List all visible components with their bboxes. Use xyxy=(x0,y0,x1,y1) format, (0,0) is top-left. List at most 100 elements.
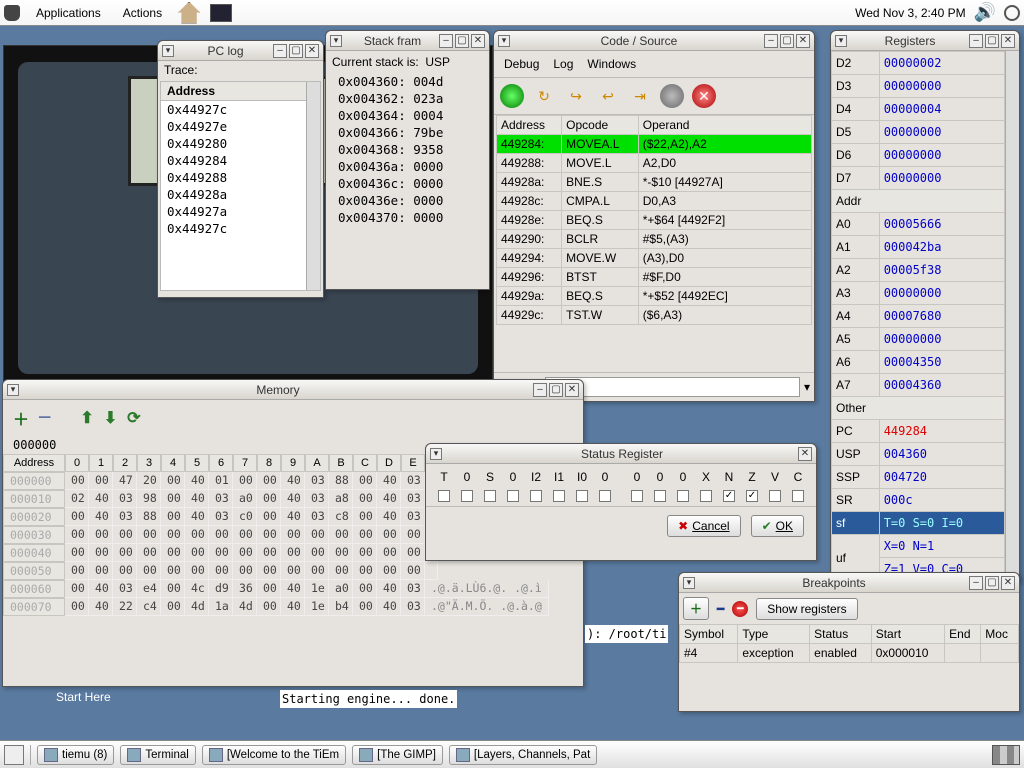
window-menu-icon[interactable]: ▾ xyxy=(330,35,342,47)
run-icon[interactable] xyxy=(500,84,524,108)
menu-debug[interactable]: Debug xyxy=(504,57,539,71)
taskbar-item[interactable]: tiemu (8) xyxy=(37,745,114,765)
list-item[interactable]: 0x44927e xyxy=(161,118,306,135)
table-row[interactable]: SSP004720 xyxy=(832,466,1005,489)
col-operand[interactable]: Operand xyxy=(638,116,811,135)
list-item[interactable]: 0x004360: 004d xyxy=(332,73,483,90)
titlebar[interactable]: ▾ Breakpoints –▢✕ xyxy=(679,573,1019,593)
volume-icon[interactable]: 🔊 xyxy=(974,2,996,23)
close-button[interactable]: ✕ xyxy=(1001,576,1015,590)
table-row[interactable]: 000070004022c4004d1a4d00401eb4004003.@"Ä… xyxy=(3,598,583,616)
taskbar-item[interactable]: Terminal xyxy=(120,745,195,765)
applications-menu[interactable]: Applications xyxy=(30,4,107,22)
titlebar[interactable]: ▾ Memory –▢✕ xyxy=(3,380,583,400)
col-header[interactable]: Start xyxy=(871,625,944,644)
show-desktop-icon[interactable] xyxy=(4,745,24,765)
remove-icon[interactable]: ━ xyxy=(732,601,748,617)
table-row[interactable]: D300000000 xyxy=(832,75,1005,98)
list-item[interactable]: 0x004364: 0004 xyxy=(332,107,483,124)
run-to-icon[interactable]: ⇥ xyxy=(628,84,652,108)
minimize-button[interactable]: – xyxy=(439,34,453,48)
home-icon[interactable] xyxy=(178,2,200,24)
col-header[interactable]: Status xyxy=(810,625,872,644)
up-icon[interactable]: ⬆ xyxy=(80,408,93,428)
flag-checkbox[interactable] xyxy=(461,490,473,502)
table-row[interactable]: A700004360 xyxy=(832,374,1005,397)
table-row[interactable]: A600004350 xyxy=(832,351,1005,374)
table-row[interactable]: 44928e:BEQ.S*+$64 [4492F2] xyxy=(497,211,812,230)
maximize-button[interactable]: ▢ xyxy=(289,44,303,58)
list-item[interactable]: 0x449280 xyxy=(161,135,306,152)
list-item[interactable]: 0x44928a xyxy=(161,186,306,203)
taskbar-item[interactable]: [The GIMP] xyxy=(352,745,443,765)
close-button[interactable]: ✕ xyxy=(471,34,485,48)
table-row[interactable]: 44929c:TST.W($6,A3) xyxy=(497,306,812,325)
taskbar-item[interactable]: [Welcome to the TiEm xyxy=(202,745,346,765)
table-row[interactable]: A500000000 xyxy=(832,328,1005,351)
table-row[interactable]: A400007680 xyxy=(832,305,1005,328)
flag-checkbox[interactable] xyxy=(700,490,712,502)
cancel-button[interactable]: ✖Cancel xyxy=(667,515,740,537)
add-icon[interactable]: ＋ xyxy=(683,597,709,620)
titlebar[interactable]: ▾ Stack fram –▢✕ xyxy=(326,31,489,51)
window-menu-icon[interactable]: ▾ xyxy=(683,577,695,589)
table-row[interactable]: 44929a:BEQ.S*+$52 [4492EC] xyxy=(497,287,812,306)
table-row[interactable]: 44928c:CMPA.LD0,A3 xyxy=(497,192,812,211)
window-menu-icon[interactable]: ▾ xyxy=(430,448,442,460)
minimize-button[interactable]: – xyxy=(273,44,287,58)
table-row[interactable]: 449284:MOVEA.L($22,A2),A2 xyxy=(497,135,812,154)
maximize-button[interactable]: ▢ xyxy=(780,34,794,48)
maximize-button[interactable]: ▢ xyxy=(985,34,999,48)
chevron-down-icon[interactable]: ▾ xyxy=(804,380,810,394)
minimize-button[interactable]: – xyxy=(969,34,983,48)
list-item[interactable]: 0x004366: 79be xyxy=(332,124,483,141)
close-button[interactable]: ✕ xyxy=(305,44,319,58)
minimize-button[interactable]: – xyxy=(764,34,778,48)
table-row[interactable]: D600000000 xyxy=(832,144,1005,167)
table-row[interactable]: D400000004 xyxy=(832,98,1005,121)
table-row[interactable]: ufX=0 N=1 xyxy=(832,535,1005,558)
flag-checkbox[interactable] xyxy=(507,490,519,502)
close-button[interactable]: ✕ xyxy=(798,447,812,461)
table-row[interactable]: A1000042ba xyxy=(832,236,1005,259)
table-row[interactable]: D500000000 xyxy=(832,121,1005,144)
plus-icon[interactable]: ＋ xyxy=(13,406,29,430)
table-row[interactable]: D200000002 xyxy=(832,52,1005,75)
clock[interactable]: Wed Nov 3, 2:40 PM xyxy=(855,6,966,20)
start-here-label[interactable]: Start Here xyxy=(56,690,111,704)
flag-checkbox[interactable] xyxy=(677,490,689,502)
maximize-button[interactable]: ▢ xyxy=(455,34,469,48)
col-address[interactable]: Address xyxy=(497,116,562,135)
list-item[interactable]: 0x004370: 0000 xyxy=(332,209,483,226)
table-row[interactable]: sfT=0 S=0 I=0 xyxy=(832,512,1005,535)
close-button[interactable]: ✕ xyxy=(1001,34,1015,48)
minimize-button[interactable]: – xyxy=(533,383,547,397)
flag-checkbox[interactable] xyxy=(769,490,781,502)
step-into-icon[interactable]: ↪ xyxy=(564,84,588,108)
flag-checkbox[interactable] xyxy=(530,490,542,502)
table-row[interactable]: 44928a:BNE.S*-$10 [44927A] xyxy=(497,173,812,192)
list-item[interactable]: 0x449284 xyxy=(161,152,306,169)
minimize-button[interactable]: – xyxy=(969,576,983,590)
menu-windows[interactable]: Windows xyxy=(587,57,636,71)
flag-checkbox[interactable] xyxy=(484,490,496,502)
titlebar[interactable]: ▾ Registers –▢✕ xyxy=(831,31,1019,51)
list-item[interactable]: 0x00436a: 0000 xyxy=(332,158,483,175)
actions-menu[interactable]: Actions xyxy=(117,4,168,22)
titlebar[interactable]: ▾ Code / Source –▢✕ xyxy=(494,31,814,51)
flag-checkbox[interactable] xyxy=(792,490,804,502)
terminal-icon[interactable] xyxy=(210,4,232,22)
col-header[interactable]: Type xyxy=(738,625,810,644)
table-row[interactable]: #4 exception enabled 0x000010 xyxy=(680,644,1019,663)
table-row[interactable]: 449288:MOVE.LA2,D0 xyxy=(497,154,812,173)
table-row[interactable]: D700000000 xyxy=(832,167,1005,190)
table-row[interactable]: PC449284 xyxy=(832,420,1005,443)
maximize-button[interactable]: ▢ xyxy=(549,383,563,397)
titlebar[interactable]: ▾ Status Register ✕ xyxy=(426,444,816,464)
list-item[interactable]: 0x00436e: 0000 xyxy=(332,192,483,209)
list-item[interactable]: 0x00436c: 0000 xyxy=(332,175,483,192)
col-header[interactable]: End xyxy=(945,625,981,644)
flag-checkbox[interactable] xyxy=(723,490,735,502)
ok-button[interactable]: ✔OK xyxy=(751,515,804,537)
flag-checkbox[interactable] xyxy=(599,490,611,502)
